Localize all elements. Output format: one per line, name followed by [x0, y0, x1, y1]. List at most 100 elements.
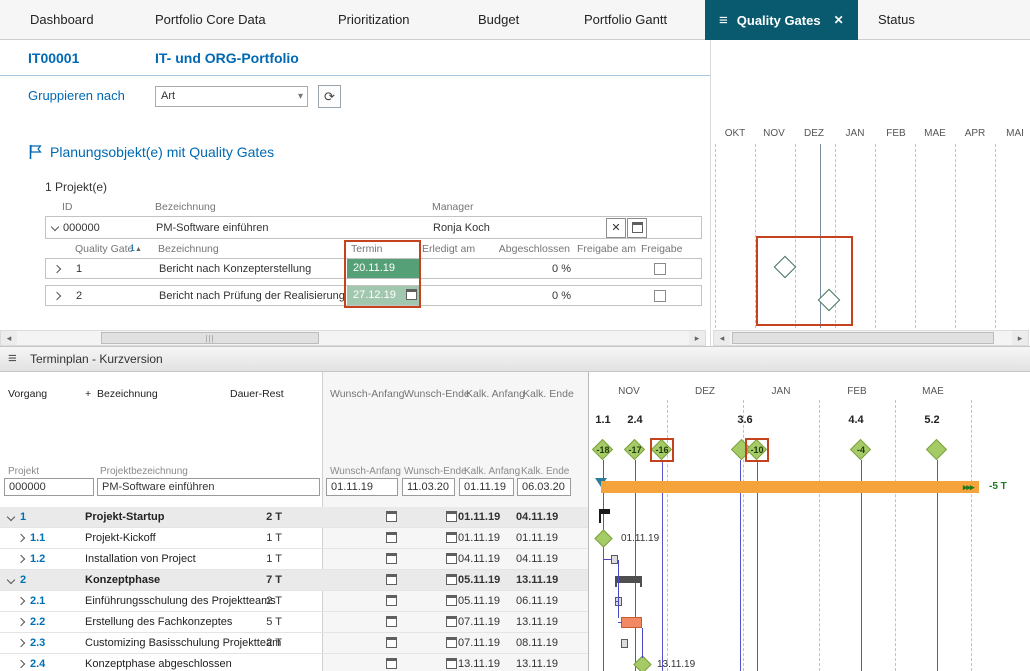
- expand-icon[interactable]: [16, 554, 26, 564]
- expand-icon[interactable]: [16, 596, 26, 606]
- scroll-left-arrow[interactable]: ◂: [1, 331, 17, 345]
- scroll-left-arrow[interactable]: ◂: [714, 331, 730, 345]
- calendar-icon[interactable]: [386, 658, 397, 669]
- task-row[interactable]: 2 Konzeptphase 7 T 05.11.19 13.11.19: [0, 570, 588, 591]
- task-row[interactable]: 2.4 Konzeptphase abgeschlossen 13.11.19 …: [0, 654, 588, 671]
- project-summary-bar[interactable]: [601, 481, 979, 493]
- collapse-icon[interactable]: [6, 512, 16, 522]
- gate-name: Bericht nach Konzepterstellung: [159, 263, 312, 275]
- calendar-icon[interactable]: [446, 532, 457, 543]
- refresh-button[interactable]: ⟳: [318, 85, 341, 108]
- gate-diamond[interactable]: [773, 255, 797, 279]
- project-name: PM-Software einführen: [156, 222, 269, 234]
- project-name-field[interactable]: PM-Software einführen: [97, 478, 320, 496]
- task-bar[interactable]: [621, 617, 642, 628]
- milestone-diamond[interactable]: [925, 438, 948, 461]
- termin-date-field[interactable]: 27.12.19: [347, 286, 420, 305]
- month-label: FEB: [847, 386, 867, 397]
- calendar-icon[interactable]: [446, 574, 457, 585]
- calendar-icon[interactable]: [446, 616, 457, 627]
- milestone-id: 1.1: [595, 414, 611, 426]
- expand-all-button[interactable]: +: [85, 388, 91, 400]
- highlight-box-gates: [756, 236, 853, 326]
- group-by-select[interactable]: Art ▾: [155, 86, 308, 107]
- tab-budget[interactable]: Budget: [478, 0, 519, 40]
- tab-dashboard[interactable]: Dashboard: [30, 0, 94, 40]
- calendar-icon[interactable]: [386, 616, 397, 627]
- calendar-icon[interactable]: [386, 595, 397, 606]
- scrollbar-thumb[interactable]: |||: [101, 332, 319, 344]
- task-bar[interactable]: [621, 639, 628, 648]
- expand-icon[interactable]: [16, 638, 26, 648]
- gate-row-2[interactable]: 2 Bericht nach Prüfung der Realisierung …: [45, 285, 702, 306]
- calendar-icon[interactable]: [386, 511, 397, 522]
- summary-flag[interactable]: [599, 509, 612, 523]
- calendar-icon[interactable]: [446, 595, 457, 606]
- task-row[interactable]: 2.1 Einführungsschulung des Projektteams…: [0, 591, 588, 612]
- expand-icon[interactable]: [16, 659, 26, 669]
- expand-icon[interactable]: [16, 617, 26, 627]
- gate-diamond[interactable]: [817, 288, 841, 312]
- termin-date-field[interactable]: 20.11.19: [347, 259, 420, 278]
- expand-icon[interactable]: [16, 533, 26, 543]
- task-dauer: 1 T: [266, 553, 282, 565]
- dependency-line: [618, 560, 619, 618]
- summary-bar[interactable]: [615, 576, 642, 587]
- col-abgeschlossen: Abgeschlossen: [498, 243, 570, 255]
- task-kalk-anfang: 05.11.19: [458, 574, 501, 586]
- tab-portfolio-core-data[interactable]: Portfolio Core Data: [155, 0, 266, 40]
- task-bar[interactable]: [611, 555, 618, 564]
- sort-indicator[interactable]: 1▲: [130, 243, 142, 253]
- scroll-right-arrow[interactable]: ▸: [1012, 331, 1028, 345]
- delete-button[interactable]: ✕: [606, 218, 626, 238]
- tab-prioritization[interactable]: Prioritization: [338, 0, 410, 40]
- kalk-ende-field[interactable]: 06.03.20: [517, 478, 571, 496]
- wunsch-ende-field[interactable]: 11.03.20: [402, 478, 455, 496]
- task-row[interactable]: 1.2 Installation von Project 1 T 04.11.1…: [0, 549, 588, 570]
- calendar-icon[interactable]: [446, 553, 457, 564]
- calendar-icon[interactable]: [446, 658, 457, 669]
- task-nr: 2.3: [30, 637, 46, 649]
- task-nr: 1: [20, 511, 27, 523]
- calendar-icon[interactable]: [386, 574, 397, 585]
- abgeschlossen-value: 0 %: [552, 263, 571, 275]
- task-row[interactable]: 1.1 Projekt-Kickoff 1 T 01.11.19 01.11.1…: [0, 528, 588, 549]
- scrollbar-thumb[interactable]: [732, 332, 994, 344]
- expand-icon[interactable]: [52, 291, 62, 301]
- task-row[interactable]: 1 Projekt-Startup 2 T 01.11.19 04.11.19: [0, 507, 588, 528]
- tab-portfolio-gantt[interactable]: Portfolio Gantt: [584, 0, 667, 40]
- project-row[interactable]: 000000 PM-Software einführen Ronja Koch …: [45, 216, 702, 239]
- task-milestone-diamond[interactable]: [594, 529, 613, 548]
- task-row[interactable]: 2.2 Erstellung des Fachkonzeptes 5 T 07.…: [0, 612, 588, 633]
- project-id-field[interactable]: 000000: [4, 478, 94, 496]
- calendar-icon[interactable]: [406, 289, 417, 300]
- calendar-button[interactable]: [627, 218, 647, 238]
- freigabe-checkbox[interactable]: [654, 263, 666, 275]
- collapse-icon[interactable]: [50, 222, 60, 232]
- dependency-line: [615, 601, 619, 602]
- freigabe-checkbox[interactable]: [654, 290, 666, 302]
- calendar-icon[interactable]: [446, 511, 457, 522]
- menu-icon[interactable]: ≡: [719, 13, 728, 28]
- task-row[interactable]: 2.3 Customizing Basisschulung Projekttea…: [0, 633, 588, 654]
- close-icon[interactable]: ✕: [834, 13, 844, 27]
- terminplan-header[interactable]: ≡ Terminplan - Kurzversion: [0, 346, 1030, 372]
- tab-quality-gates[interactable]: ≡ Quality Gates ✕: [705, 0, 858, 40]
- calendar-icon[interactable]: [386, 553, 397, 564]
- month-label: MAI: [1006, 128, 1024, 139]
- calendar-icon[interactable]: [386, 532, 397, 543]
- calendar-icon[interactable]: [386, 637, 397, 648]
- quality-gates-panel: IT00001 IT- und ORG-Portfolio Gruppieren…: [0, 40, 710, 347]
- calendar-icon[interactable]: [446, 637, 457, 648]
- kalk-anfang-field[interactable]: 01.11.19: [459, 478, 514, 496]
- gate-row-1[interactable]: 1 Bericht nach Konzepterstellung 20.11.1…: [45, 258, 702, 279]
- task-table: Vorgang + Bezeichnung Dauer-Rest Wunsch-…: [0, 372, 588, 671]
- collapse-icon[interactable]: [6, 575, 16, 585]
- expand-icon[interactable]: [52, 264, 62, 274]
- milestone-delta: -16: [655, 445, 669, 455]
- task-dauer: 1 T: [266, 532, 282, 544]
- scroll-right-arrow[interactable]: ▸: [689, 331, 705, 345]
- wunsch-anfang-field[interactable]: 01.11.19: [326, 478, 398, 496]
- tab-status[interactable]: Status: [878, 0, 915, 40]
- menu-icon[interactable]: ≡: [8, 347, 17, 371]
